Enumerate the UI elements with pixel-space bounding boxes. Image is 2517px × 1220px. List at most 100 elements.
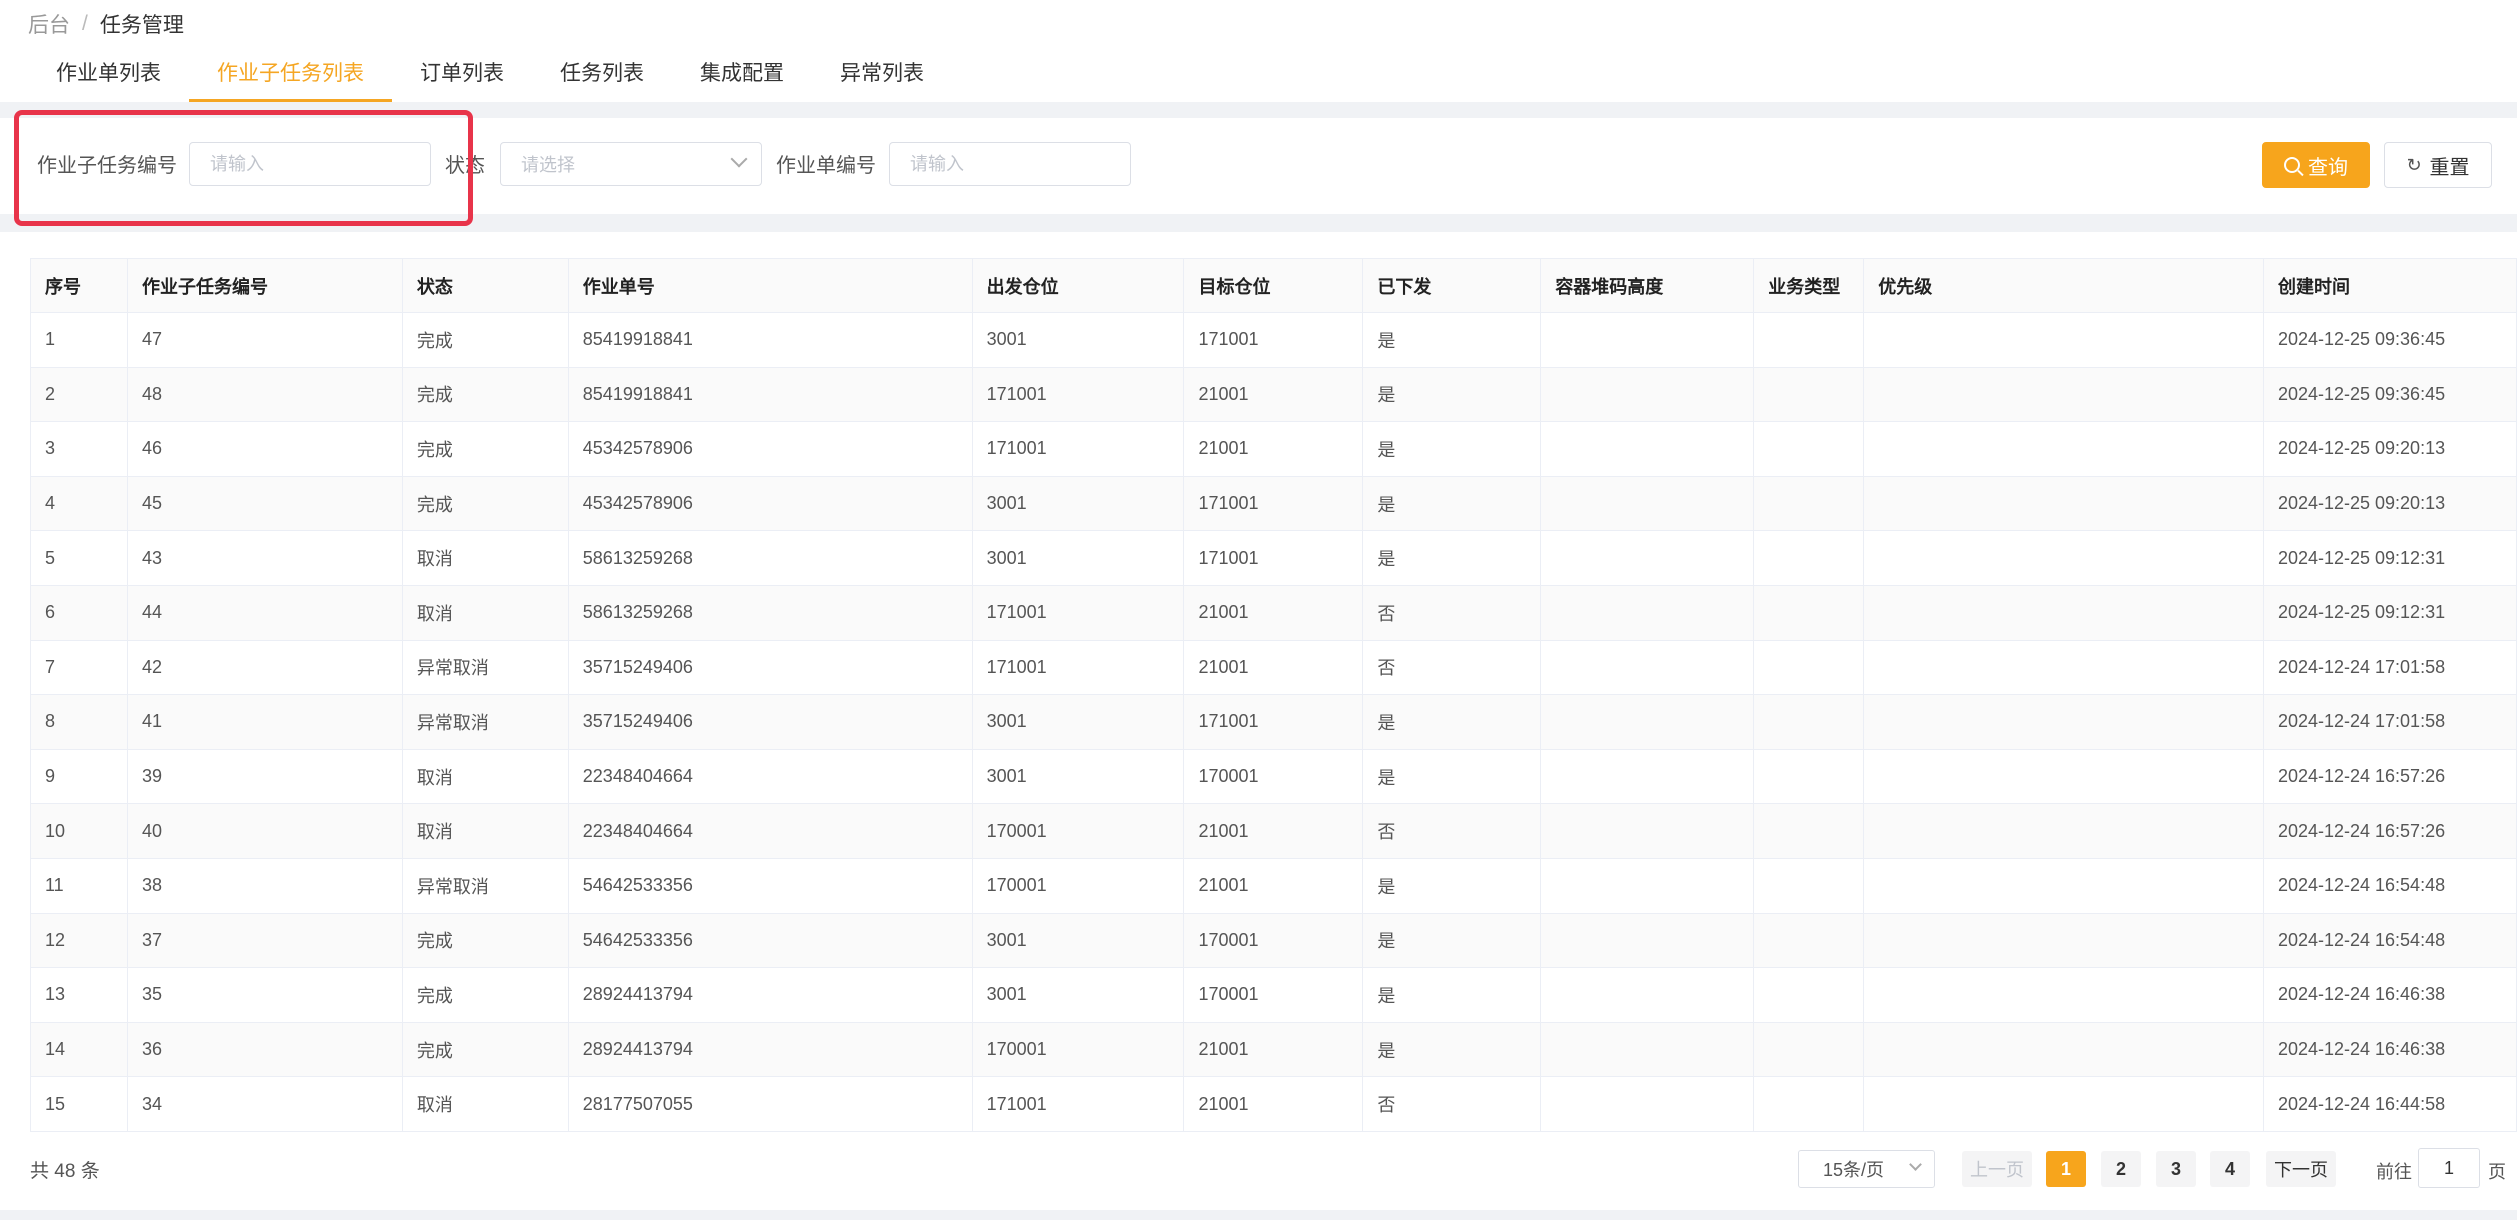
table-row[interactable]: 12 37 完成 54642533356 3001 170001 是 2024-12-24 1… — [30, 912, 2517, 969]
table-cell — [1753, 312, 1865, 368]
table-row[interactable]: 5 43 取消 58613259268 3001 171001 是 2024-12-25 09… — [30, 530, 2517, 586]
column-header[interactable]: 出发仓位 — [971, 258, 1185, 313]
subtask-no-field[interactable] — [189, 142, 431, 186]
next-page-button[interactable]: 下一页 — [2266, 1151, 2336, 1187]
reset-button-label: 重置 — [2429, 156, 2470, 179]
table-cell: 42 — [126, 639, 403, 696]
table-cell: 是 — [1362, 312, 1542, 368]
breadcrumb-root[interactable]: 后台 — [28, 9, 70, 39]
column-header[interactable]: 作业子任务编号 — [126, 258, 403, 313]
page-button-4[interactable]: 4 — [2210, 1151, 2250, 1187]
order-no-input[interactable] — [910, 153, 1130, 175]
table-row[interactable]: 1 47 完成 85419918841 3001 171001 是 2024-12-25 09… — [30, 312, 2517, 368]
table-cell — [1753, 366, 1865, 423]
tab-work-subtask-list[interactable]: 作业子任务列表 — [189, 44, 392, 102]
table-cell: 21001 — [1183, 366, 1364, 423]
table-row[interactable]: 2 48 完成 85419918841 171001 21001 是 2024-12-25 0… — [30, 366, 2517, 423]
reset-button[interactable]: ↻ 重置 — [2384, 142, 2492, 188]
table-cell: 完成 — [401, 475, 569, 532]
table-cell — [1863, 475, 2264, 532]
table-cell — [1753, 694, 1865, 750]
chevron-down-icon — [1909, 1158, 1922, 1171]
table-cell — [1540, 912, 1755, 969]
column-header[interactable]: 创建时间 — [2262, 258, 2517, 313]
column-header[interactable]: 作业单号 — [567, 258, 973, 313]
table-cell: 45342578906 — [567, 421, 973, 477]
table-cell: 22348404664 — [567, 748, 973, 805]
column-header[interactable]: 业务类型 — [1753, 258, 1865, 313]
table-cell — [1540, 803, 1755, 859]
table-cell: 否 — [1362, 584, 1542, 641]
table-cell: 170001 — [1183, 912, 1364, 969]
table-cell: 否 — [1362, 639, 1542, 696]
table-cell — [1753, 1076, 1865, 1132]
table-cell: 否 — [1362, 803, 1542, 859]
column-header[interactable]: 序号 — [30, 258, 128, 313]
table-row[interactable]: 11 38 异常取消 54642533356 170001 21001 是 2024-12-2… — [30, 857, 2517, 914]
table-cell: 40 — [126, 803, 403, 859]
page-size-select[interactable]: 15条/页 — [1798, 1150, 1935, 1188]
table-row[interactable]: 9 39 取消 22348404664 3001 170001 是 2024-12-24 16… — [30, 748, 2517, 805]
subtask-no-input[interactable] — [210, 153, 430, 175]
table-row[interactable]: 15 34 取消 28177507055 171001 21001 否 2024-12-24 … — [30, 1076, 2517, 1132]
table-cell: 2024-12-24 17:01:58 — [2262, 639, 2517, 696]
table-cell: 3001 — [971, 312, 1185, 368]
tab-integration-config[interactable]: 集成配置 — [672, 44, 812, 102]
prev-page-button[interactable]: 上一页 — [1962, 1151, 2032, 1187]
table-cell — [1863, 694, 2264, 750]
tab-work-order-list[interactable]: 作业单列表 — [28, 44, 189, 102]
table-cell: 171001 — [971, 584, 1185, 641]
table-cell — [1753, 857, 1865, 914]
table-row[interactable]: 3 46 完成 45342578906 171001 21001 是 2024-12-25 0… — [30, 421, 2517, 477]
table-cell: 2024-12-24 16:44:58 — [2262, 1076, 2517, 1132]
table-cell: 2 — [30, 366, 128, 423]
table-row[interactable]: 10 40 取消 22348404664 170001 21001 否 2024-12-24 … — [30, 803, 2517, 859]
table-cell — [1753, 530, 1865, 586]
table-cell: 35715249406 — [567, 639, 973, 696]
table-cell: 170001 — [1183, 748, 1364, 805]
order-no-field[interactable] — [889, 142, 1131, 186]
table-cell: 取消 — [401, 803, 569, 859]
column-header[interactable]: 容器堆码高度 — [1540, 258, 1755, 313]
table-cell: 异常取消 — [401, 857, 569, 914]
table-cell: 44 — [126, 584, 403, 641]
table-cell: 11 — [30, 857, 128, 914]
column-header[interactable]: 状态 — [401, 258, 569, 313]
search-button[interactable]: 查询 — [2262, 142, 2370, 188]
table-cell: 2024-12-25 09:20:13 — [2262, 421, 2517, 477]
tab-order-list[interactable]: 订单列表 — [392, 44, 532, 102]
page-size-value: 15条/页 — [1823, 1160, 1885, 1180]
column-header[interactable]: 已下发 — [1362, 258, 1542, 313]
table-cell — [1863, 1021, 2264, 1078]
table-cell: 170001 — [1183, 967, 1364, 1023]
table-cell: 28924413794 — [567, 1021, 973, 1078]
table-cell: 2024-12-24 17:01:58 — [2262, 694, 2517, 750]
table-cell — [1540, 312, 1755, 368]
table-row[interactable]: 6 44 取消 58613259268 171001 21001 否 2024-12-25 0… — [30, 584, 2517, 641]
column-header[interactable]: 优先级 — [1863, 258, 2264, 313]
table-row[interactable]: 14 36 完成 28924413794 170001 21001 是 2024-12-24 … — [30, 1021, 2517, 1078]
table-row[interactable]: 13 35 完成 28924413794 3001 170001 是 2024-12-24 1… — [30, 967, 2517, 1023]
page-button-2[interactable]: 2 — [2101, 1151, 2141, 1187]
table-cell: 2024-12-25 09:12:31 — [2262, 530, 2517, 586]
table-cell: 2024-12-25 09:12:31 — [2262, 584, 2517, 641]
column-header[interactable]: 目标仓位 — [1183, 258, 1364, 313]
table-row[interactable]: 8 41 异常取消 35715249406 3001 171001 是 2024-12-24 … — [30, 694, 2517, 750]
table-row[interactable]: 7 42 异常取消 35715249406 171001 21001 否 2024-12-24… — [30, 639, 2517, 696]
table-row[interactable]: 4 45 完成 45342578906 3001 171001 是 2024-12-25 09… — [30, 475, 2517, 532]
table-cell: 21001 — [1183, 639, 1364, 696]
goto-prefix: 前往 — [2376, 1162, 2412, 1182]
table-cell: 171001 — [971, 639, 1185, 696]
table-cell: 否 — [1362, 1076, 1542, 1132]
table-cell: 28177507055 — [567, 1076, 973, 1132]
page-button-1[interactable]: 1 — [2046, 1151, 2086, 1187]
table-cell — [1863, 967, 2264, 1023]
table-cell: 21001 — [1183, 584, 1364, 641]
table-cell: 171001 — [1183, 475, 1364, 532]
tab-exception-list[interactable]: 异常列表 — [812, 44, 952, 102]
tab-task-list[interactable]: 任务列表 — [532, 44, 672, 102]
status-select[interactable]: 请选择 — [500, 142, 762, 186]
goto-page-input[interactable]: 1 — [2418, 1148, 2480, 1188]
table-cell: 5 — [30, 530, 128, 586]
page-button-3[interactable]: 3 — [2156, 1151, 2196, 1187]
